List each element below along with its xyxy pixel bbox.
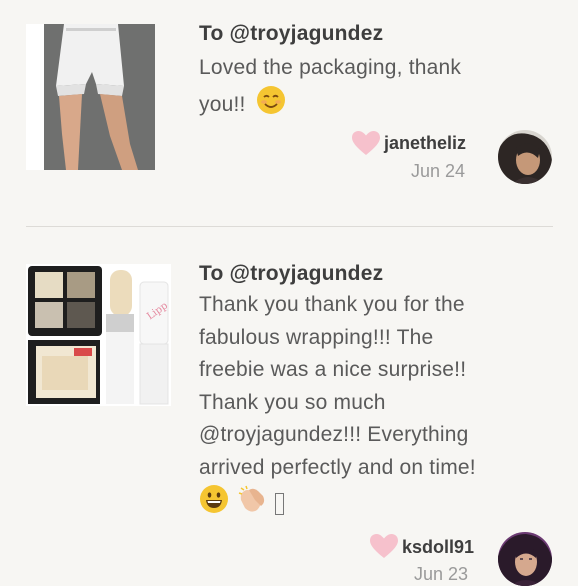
review-recipient: To @troyjagundez bbox=[199, 262, 384, 285]
reviewer-username[interactable]: janetheliz bbox=[384, 133, 466, 154]
message-line: Thank you so much bbox=[199, 390, 386, 414]
message-line: freebie was a nice surprise!! bbox=[199, 358, 467, 381]
heart-icon[interactable] bbox=[369, 533, 399, 559]
message-line: fabulous wrapping!!! The bbox=[199, 325, 434, 349]
message-line: Loved the packaging, thank bbox=[199, 56, 462, 79]
review-card-1: To @troyjagundez Loved the packaging, th… bbox=[0, 0, 578, 226]
review-message: Loved the packaging, thank you!! bbox=[199, 52, 544, 125]
review-date: Jun 23 bbox=[414, 564, 469, 584]
emoji-line bbox=[199, 484, 544, 518]
message-line: arrived perfectly and on time! bbox=[199, 455, 476, 479]
listing-thumbnail[interactable]: Lipp bbox=[26, 264, 171, 406]
message-line-text: you!! bbox=[199, 92, 246, 116]
reviewer-avatar[interactable] bbox=[498, 130, 552, 184]
reviewer-avatar[interactable] bbox=[498, 532, 552, 586]
heart-icon[interactable] bbox=[351, 130, 381, 156]
listing-thumbnail[interactable] bbox=[26, 24, 155, 170]
grinning-face-emoji-icon bbox=[199, 484, 229, 525]
message-line: Thank you thank you for the bbox=[199, 293, 465, 316]
review-message: Thank you thank you for the fabulous wra… bbox=[199, 289, 544, 518]
clapping-hands-emoji-icon bbox=[237, 484, 267, 525]
review-card-2: Lipp To @troyjagundez Thank you thank yo… bbox=[0, 227, 578, 586]
reviewer-username[interactable]: ksdoll91 bbox=[402, 537, 474, 558]
missing-glyph-icon bbox=[275, 493, 285, 516]
message-line: you!! bbox=[199, 85, 544, 126]
smiling-face-emoji-icon bbox=[256, 85, 286, 126]
review-date: Jun 24 bbox=[411, 161, 466, 181]
review-recipient: To @troyjagundez bbox=[199, 22, 384, 45]
message-line: @troyjagundez!!! Everything bbox=[199, 423, 469, 446]
shorts-photo bbox=[26, 24, 155, 170]
makeup-set-photo: Lipp bbox=[26, 264, 171, 406]
